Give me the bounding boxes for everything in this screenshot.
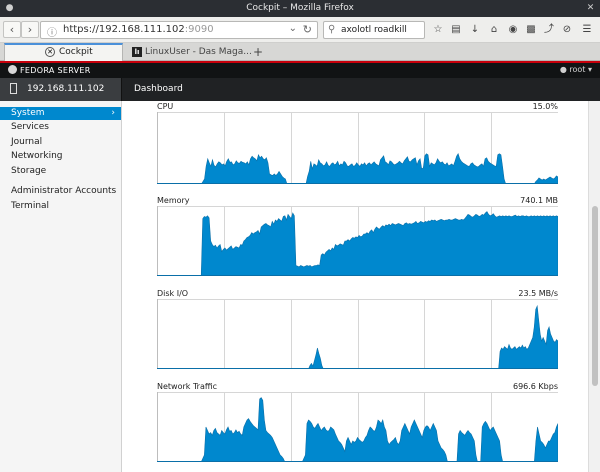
fedora-logo-icon <box>8 65 17 74</box>
window-title: Cockpit – Mozilla Firefox <box>246 3 354 13</box>
new-tab-button[interactable]: + <box>253 43 263 61</box>
brand-accent-line <box>0 61 600 63</box>
user-menu[interactable]: ● root ▾ <box>560 65 592 74</box>
cockpit-header: FEDORA SERVER ● root ▾ <box>0 61 600 78</box>
back-arrow-icon: ‹ <box>9 23 15 36</box>
url-text[interactable]: https://192.168.111.102:9090 <box>63 24 214 35</box>
search-bar[interactable]: ⚲ axolotl roadkill <box>323 21 425 39</box>
pocket-icon[interactable]: ◉ <box>504 21 522 38</box>
area-series <box>157 397 558 462</box>
url-bar[interactable]: ⓘ https://192.168.111.102:9090 ⌄ ↻ <box>40 21 318 39</box>
area-series <box>157 153 558 184</box>
forward-button[interactable]: › <box>21 21 39 38</box>
sidebar-item-system[interactable]: System › <box>0 107 121 120</box>
memory-chart-title: Memory <box>157 196 190 205</box>
server-icon <box>10 83 17 94</box>
sidebar-item-journal[interactable]: Journal <box>0 136 121 149</box>
memory-chart-value: 740.1 MB <box>520 196 558 205</box>
window-menu-icon[interactable]: ● <box>4 3 15 14</box>
sidebar-item-storage[interactable]: Storage <box>0 165 121 178</box>
page-scrollbar[interactable] <box>588 101 600 472</box>
tab-cockpit[interactable]: ✕ Cockpit <box>4 43 123 61</box>
tab-linuxuser[interactable]: lı LinuxUser - Das Maga... <box>127 43 252 61</box>
sidebar-item-administrator-accounts[interactable]: Administrator Accounts <box>0 185 121 198</box>
search-input[interactable]: axolotl roadkill <box>341 25 407 35</box>
cpu-chart-value: 15.0% <box>532 102 558 111</box>
linuxuser-favicon-icon: lı <box>132 47 142 57</box>
chevron-right-icon: › <box>111 108 115 118</box>
cpu-chart <box>157 112 558 184</box>
sidebar-item-networking[interactable]: Networking <box>0 150 121 163</box>
search-icon: ⚲ <box>328 24 336 35</box>
sidebar-item-services[interactable]: Services <box>0 121 121 134</box>
area-series <box>157 304 558 369</box>
reading-list-icon[interactable]: ▤ <box>447 21 465 38</box>
download-icon[interactable]: ↓ <box>466 21 484 38</box>
dashboard-content: CPU 15.0% Memory 740.1 MB Disk I/O 23.5 … <box>123 101 588 472</box>
disk-io-chart <box>157 299 558 369</box>
tab-label: Cockpit <box>59 47 93 57</box>
host-bar: 192.168.111.102 Dashboard <box>0 78 600 101</box>
url-history-dropdown-icon[interactable]: ⌄ <box>289 23 297 34</box>
close-window-icon[interactable]: ✕ <box>585 3 596 14</box>
window-title-bar: Cockpit – Mozilla Firefox ● ✕ <box>0 0 600 17</box>
chevron-down-icon: ▾ <box>587 65 592 74</box>
memory-chart <box>157 206 558 276</box>
home-icon[interactable]: ⌂ <box>485 21 503 38</box>
bookmark-star-icon[interactable]: ☆ <box>429 21 447 38</box>
disk-io-chart-value: 23.5 MB/s <box>518 289 558 298</box>
noscript-icon[interactable]: ⊘ <box>558 21 576 38</box>
cpu-chart-title: CPU <box>157 102 174 111</box>
host-name: 192.168.111.102 <box>27 84 105 94</box>
disk-io-chart-title: Disk I/O <box>157 289 189 298</box>
reload-icon[interactable]: ↻ <box>303 23 312 36</box>
area-series <box>157 211 558 276</box>
site-info-icon[interactable]: ⓘ <box>47 24 57 39</box>
tab-label: LinuxUser - Das Maga... <box>145 47 252 57</box>
chart-grid <box>157 299 558 369</box>
user-icon: ● <box>559 65 567 74</box>
close-tab-icon[interactable]: ✕ <box>45 47 55 57</box>
scrollbar-thumb[interactable] <box>592 206 598 386</box>
tab-strip: ✕ Cockpit lı LinuxUser - Das Maga... + <box>0 43 600 61</box>
network-traffic-chart-title: Network Traffic <box>157 382 217 391</box>
menu-icon[interactable]: ☰ <box>578 21 596 38</box>
breadcrumb[interactable]: Dashboard <box>134 84 183 94</box>
chat-icon[interactable]: ▩ <box>522 21 540 38</box>
navigation-toolbar: ‹ › ⓘ https://192.168.111.102:9090 ⌄ ↻ ⚲… <box>0 17 600 43</box>
forward-arrow-icon: › <box>27 23 33 36</box>
network-traffic-chart-value: 696.6 Kbps <box>512 382 558 391</box>
sidebar-item-terminal[interactable]: Terminal <box>0 200 121 213</box>
sidebar: System › Services Journal Networking Stor… <box>0 101 122 472</box>
back-button[interactable]: ‹ <box>3 21 21 38</box>
brand-logo: FEDORA SERVER <box>8 65 91 75</box>
network-traffic-chart <box>157 392 558 462</box>
share-icon[interactable]: ⤴ <box>540 21 558 38</box>
host-selector[interactable]: 192.168.111.102 <box>0 78 122 101</box>
